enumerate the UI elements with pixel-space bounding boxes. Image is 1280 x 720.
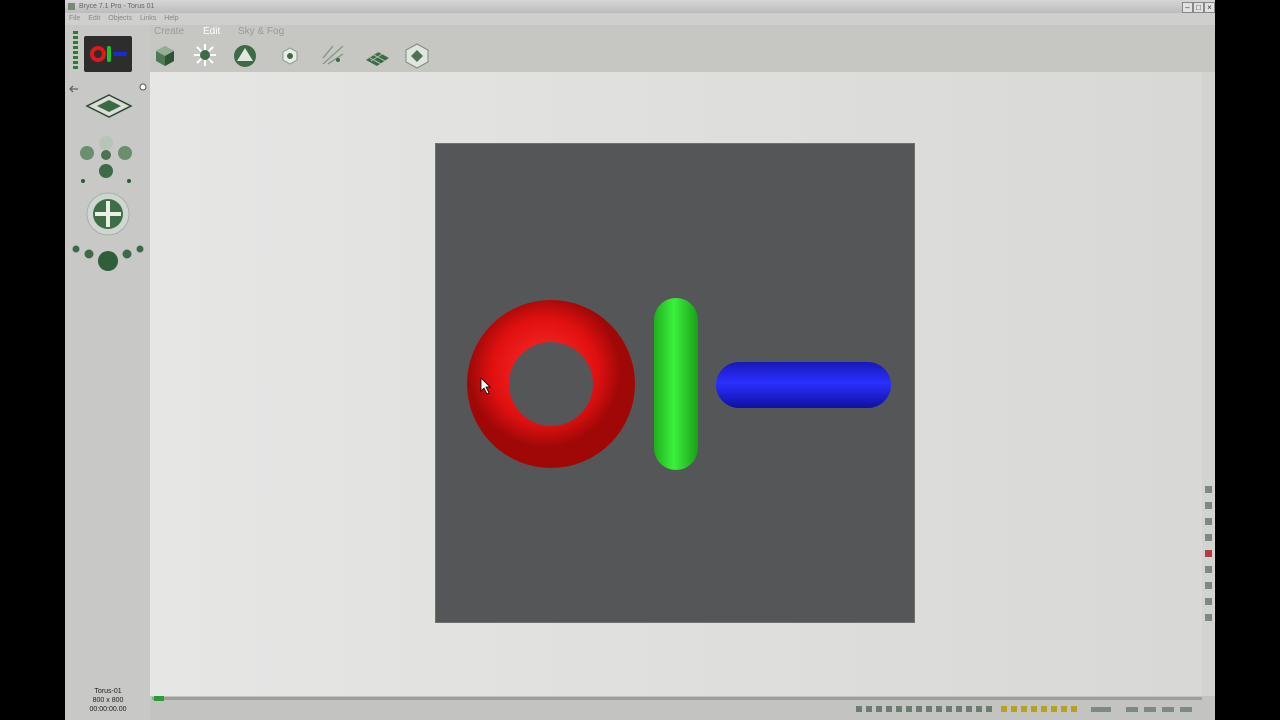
nano-preview-handle-icon[interactable] — [73, 31, 78, 71]
tab-create[interactable]: Create — [154, 26, 184, 38]
menu-bar: File Edit Objects Links Help — [65, 13, 1215, 25]
timeline-track[interactable] — [152, 697, 1202, 700]
menu-file[interactable]: File — [69, 15, 80, 22]
menu-edit[interactable]: Edit — [88, 15, 100, 22]
edit-object-icon[interactable] — [190, 40, 220, 70]
maximize-button[interactable]: □ — [1193, 2, 1204, 13]
repeat-icon[interactable] — [402, 40, 432, 70]
zoom-controls-icon[interactable] — [71, 241, 145, 275]
selected-object-name: Torus-01 — [94, 688, 122, 695]
tab-sky-fog[interactable]: Sky & Fog — [238, 26, 284, 38]
minimize-button[interactable]: – — [1182, 2, 1193, 13]
right-tool-strip — [1202, 72, 1215, 696]
red-torus[interactable] — [467, 300, 635, 468]
render-size: 800 x 800 — [92, 697, 124, 704]
edit-toolbar: Create Edit Sky & Fog — [150, 25, 1215, 72]
animation-controls-icon[interactable] — [856, 704, 1206, 714]
menu-help[interactable]: Help — [164, 15, 178, 22]
options-dot-icon[interactable] — [138, 82, 148, 92]
menu-objects[interactable]: Objects — [108, 15, 132, 22]
back-arrow-icon[interactable] — [67, 82, 81, 96]
window-title: Bryce 7.1 Pro - Torus 01 — [79, 3, 155, 10]
menu-links[interactable]: Links — [140, 15, 156, 22]
nano-preview[interactable] — [84, 36, 132, 72]
render-preview[interactable] — [435, 143, 915, 623]
terrain-grid-icon[interactable] — [362, 40, 392, 70]
close-button[interactable]: × — [1204, 2, 1215, 13]
status-info: Torus-01 800 x 800 00:00:00.00 — [67, 687, 149, 714]
light-editor-icon[interactable] — [275, 40, 305, 70]
selection-palette-icon[interactable] — [1203, 482, 1214, 672]
camera-trackball-icon[interactable] — [73, 133, 139, 187]
bryce-window: Bryce 7.1 Pro - Torus 01 – □ × File Edit… — [65, 0, 1215, 720]
blue-capsule[interactable] — [716, 362, 891, 408]
tree-editor-icon[interactable] — [318, 40, 348, 70]
time-display: 00:00:00.00 — [89, 706, 127, 713]
green-capsule[interactable] — [654, 298, 698, 470]
tab-edit[interactable]: Edit — [203, 26, 220, 38]
camera-plane-icon[interactable] — [83, 91, 135, 121]
terrain-editor-icon[interactable] — [230, 40, 260, 70]
animation-timeline[interactable] — [150, 696, 1215, 720]
timeline-current-marker[interactable] — [154, 696, 164, 701]
material-lab-icon[interactable] — [150, 40, 180, 70]
app-icon — [68, 3, 75, 10]
left-control-panel: Torus-01 800 x 800 00:00:00.00 — [65, 25, 150, 720]
title-bar: Bryce 7.1 Pro - Torus 01 – □ × — [65, 0, 1215, 13]
camera-move-sphere-icon[interactable] — [85, 191, 131, 237]
